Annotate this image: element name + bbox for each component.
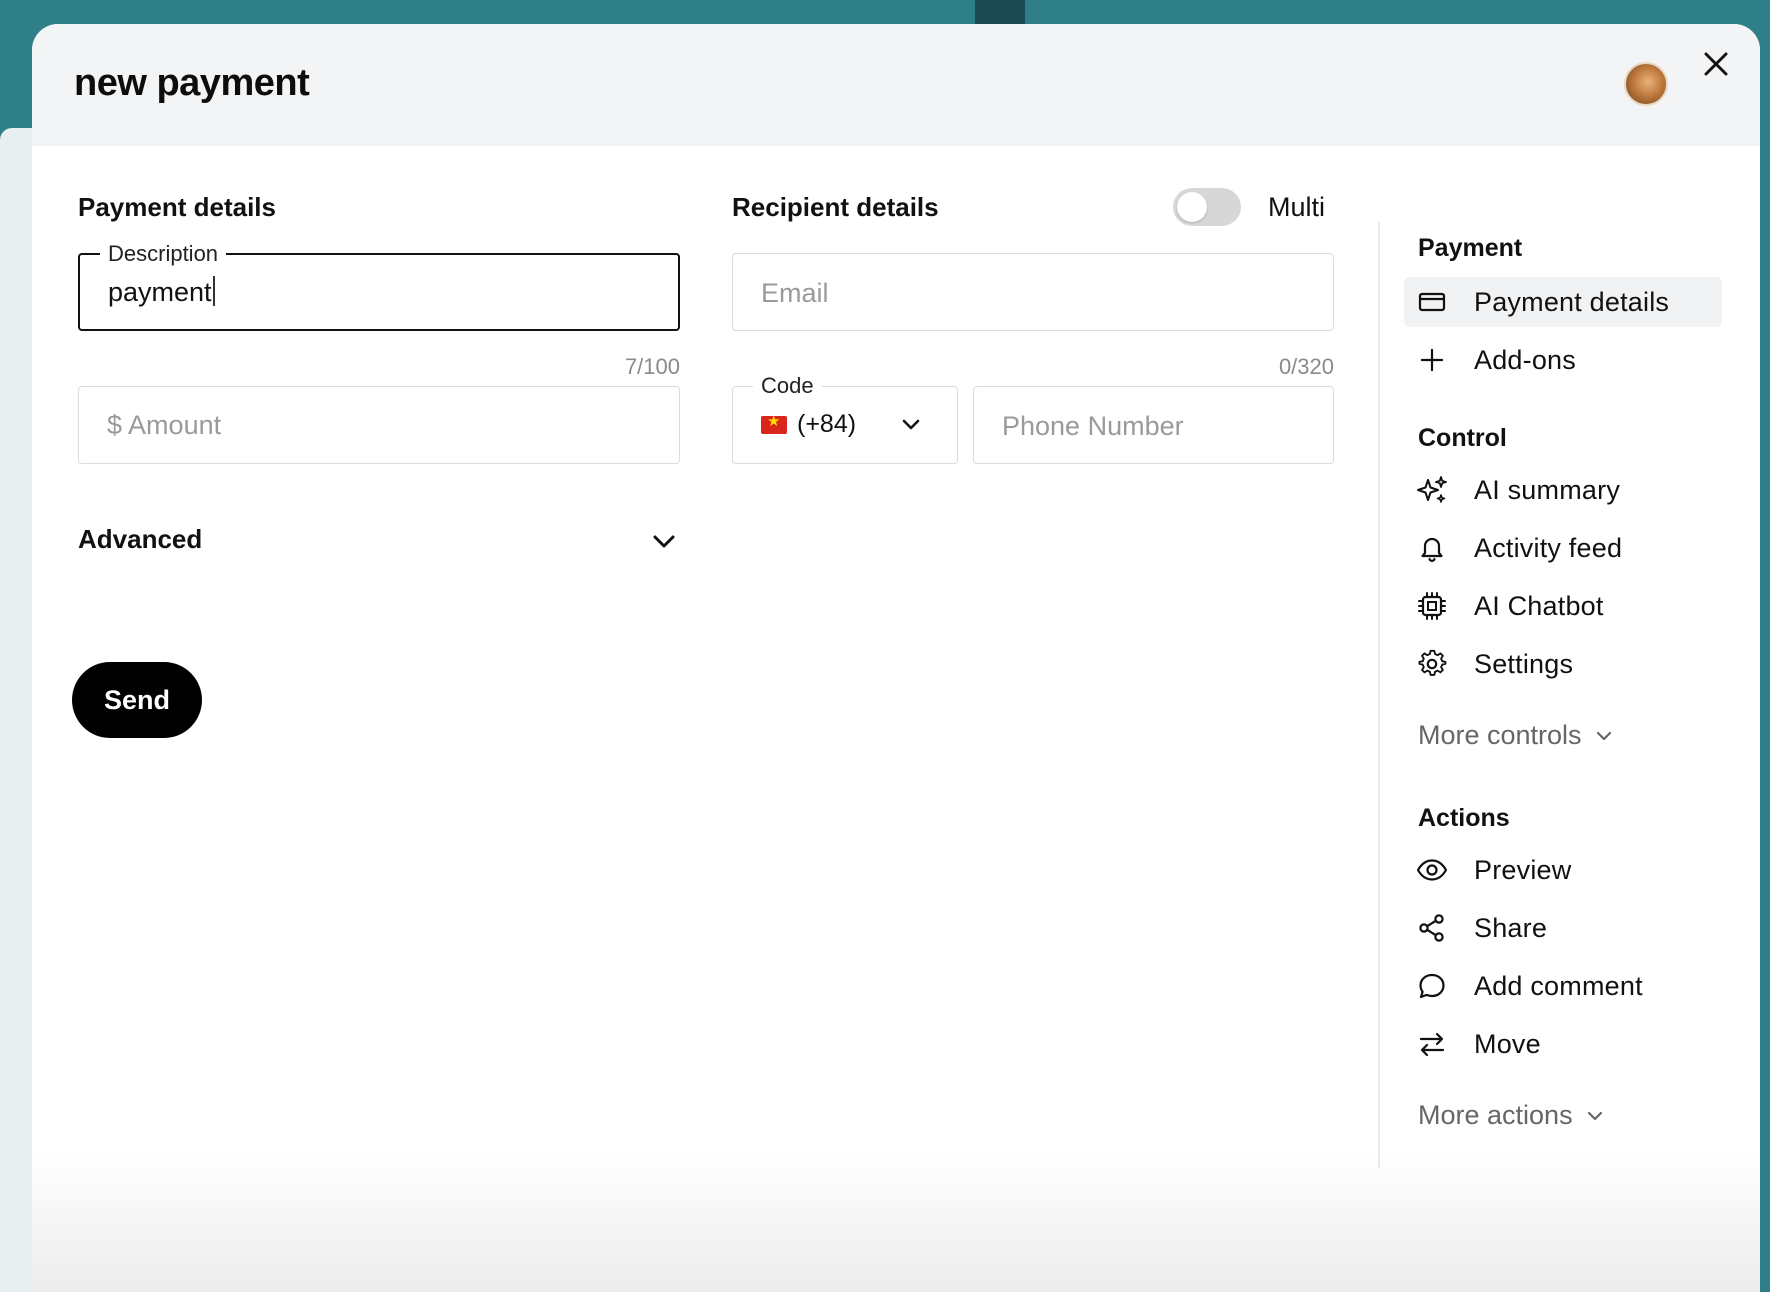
- chevron-down-icon: [1587, 1111, 1602, 1120]
- sidebar-item-add-ons[interactable]: Add-ons: [1404, 335, 1722, 385]
- sidebar-item-label: Activity feed: [1474, 532, 1623, 563]
- close-button[interactable]: [1694, 42, 1738, 86]
- comment-icon: [1419, 973, 1445, 999]
- multi-label: Multi: [1268, 192, 1326, 222]
- gear-icon: [1418, 649, 1447, 676]
- email-placeholder: Email: [761, 278, 829, 308]
- sidebar-item-share[interactable]: Share: [1404, 903, 1722, 953]
- sidebar-item-settings[interactable]: Settings: [1404, 639, 1722, 689]
- chevron-down-icon: [902, 419, 920, 430]
- toggle-knob: [1177, 192, 1207, 222]
- sidebar-item-label: Payment details: [1474, 286, 1670, 317]
- sidebar-item-label: Add-ons: [1474, 344, 1576, 375]
- sidebar-item-move[interactable]: Move: [1404, 1019, 1722, 1069]
- advanced-label: Advanced: [78, 524, 203, 554]
- sidebar-item-ai-chatbot[interactable]: AI Chatbot: [1404, 581, 1722, 631]
- more-actions-button[interactable]: More actions: [1418, 1100, 1605, 1131]
- sidebar-item-label: AI Chatbot: [1474, 590, 1604, 621]
- background-element: [975, 0, 1025, 24]
- sidebar-heading-payment: Payment: [1418, 234, 1523, 262]
- eye-icon: [1416, 859, 1448, 881]
- country-code-select[interactable]: Code (+84): [732, 373, 958, 464]
- close-icon: [1704, 52, 1728, 76]
- more-controls-label: More controls: [1418, 720, 1582, 750]
- sidebar-item-label: Share: [1474, 912, 1548, 943]
- description-legend: Description: [100, 241, 227, 267]
- avatar[interactable]: [1624, 62, 1668, 106]
- send-button[interactable]: Send: [72, 662, 202, 738]
- sidebar-item-label: Settings: [1474, 648, 1574, 679]
- arrows-swap-icon: [1419, 1032, 1445, 1057]
- background-window: [0, 128, 32, 1292]
- sidebar-divider: [1378, 222, 1380, 1168]
- description-field[interactable]: Description payment: [78, 241, 680, 331]
- chevron-down-icon: [653, 535, 675, 548]
- code-value: (+84): [797, 410, 857, 438]
- share-icon: [1419, 914, 1444, 942]
- amount-field[interactable]: $ Amount: [78, 386, 680, 464]
- bottom-fade: [32, 1152, 1760, 1292]
- recipient-details-heading: Recipient details: [732, 192, 939, 222]
- description-value[interactable]: payment: [108, 275, 215, 309]
- chevron-down-icon: [1596, 731, 1611, 740]
- code-legend: Code: [753, 373, 822, 399]
- email-field[interactable]: Email: [732, 253, 1334, 331]
- sidebar-item-label: Add comment: [1474, 970, 1643, 1001]
- email-counter: 0/320: [1278, 354, 1334, 379]
- sidebar-item-preview[interactable]: Preview: [1404, 845, 1722, 895]
- phone-number-field[interactable]: Phone Number: [973, 386, 1334, 464]
- sparkles-icon: [1417, 476, 1447, 503]
- sidebar-item-label: Preview: [1474, 854, 1572, 885]
- sidebar-item-add-comment[interactable]: Add comment: [1404, 961, 1722, 1011]
- dollar-prefix: $: [107, 410, 123, 440]
- bell-icon: [1421, 537, 1443, 562]
- phone-placeholder: Phone Number: [1002, 411, 1184, 441]
- more-actions-label: More actions: [1418, 1100, 1573, 1130]
- modal-header: new payment: [32, 24, 1760, 146]
- modal-title: new payment: [74, 62, 310, 104]
- sidebar-item-payment-details[interactable]: Payment details: [1404, 277, 1722, 327]
- new-payment-modal: new payment Payment details Description …: [32, 24, 1760, 1292]
- sidebar-item-label: AI summary: [1474, 474, 1621, 505]
- chip-icon: [1418, 592, 1446, 620]
- description-counter: 7/100: [624, 354, 680, 379]
- amount-placeholder: Amount: [128, 410, 222, 440]
- sidebar-heading-control: Control: [1418, 424, 1507, 452]
- text-caret: [212, 276, 215, 306]
- advanced-toggle[interactable]: Advanced: [78, 524, 678, 568]
- sidebar-item-ai-summary[interactable]: AI summary: [1404, 465, 1722, 515]
- payment-details-heading: Payment details: [78, 192, 276, 222]
- multi-toggle[interactable]: [1173, 188, 1241, 226]
- vietnam-flag-icon: [761, 412, 787, 434]
- sidebar-item-activity-feed[interactable]: Activity feed: [1404, 523, 1722, 573]
- plus-icon: [1420, 348, 1444, 372]
- more-controls-button[interactable]: More controls: [1418, 720, 1614, 751]
- sidebar-heading-actions: Actions: [1418, 804, 1510, 832]
- credit-card-icon: [1418, 292, 1446, 312]
- sidebar-item-label: Move: [1474, 1028, 1541, 1059]
